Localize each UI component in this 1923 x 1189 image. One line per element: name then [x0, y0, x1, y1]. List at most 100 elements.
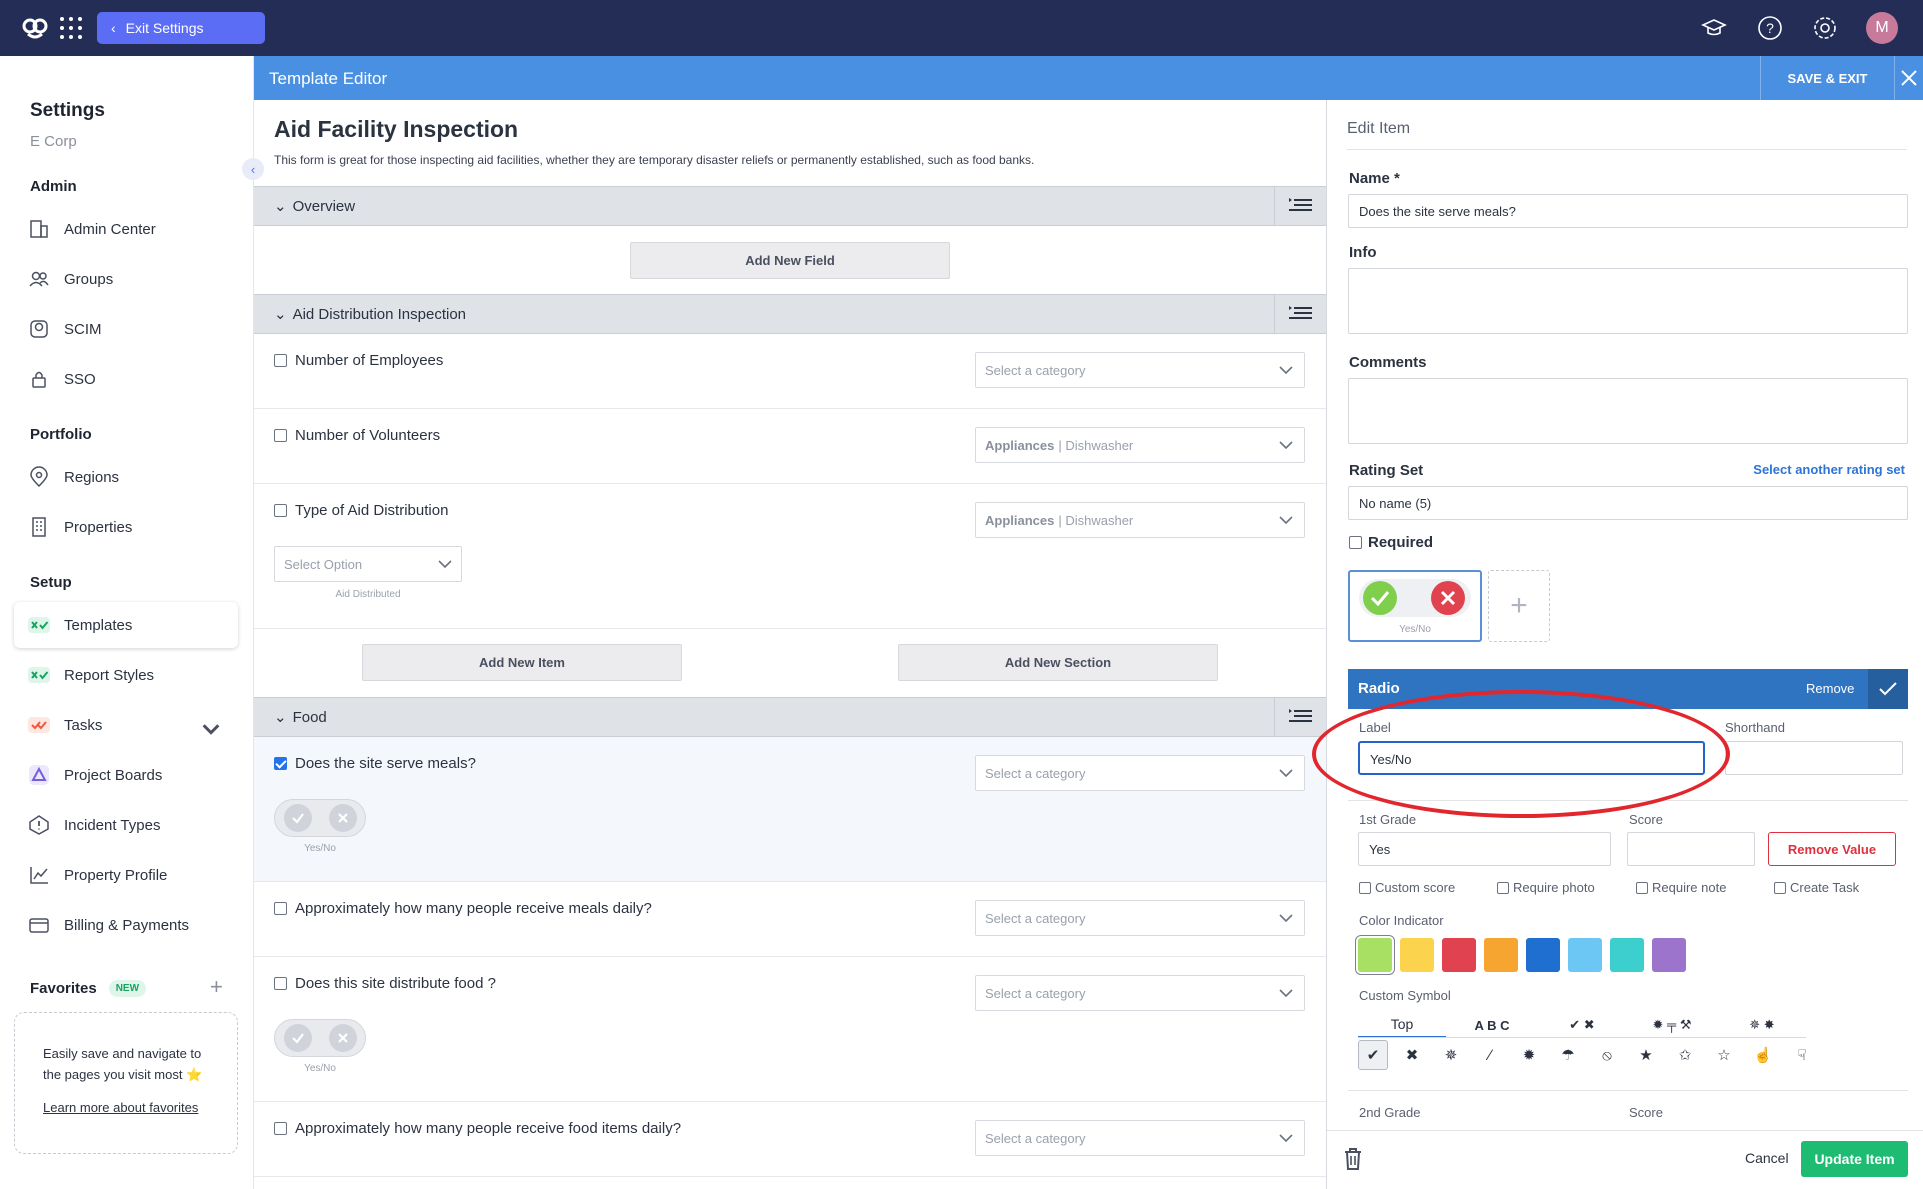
collapse-sidebar-button[interactable]: ‹	[242, 158, 264, 180]
item-checkbox[interactable]	[274, 1122, 287, 1135]
form-item[interactable]: Number of Employees Select a category	[254, 334, 1326, 409]
sidebar-item-property-profile[interactable]: Property Profile	[14, 852, 238, 898]
custom-score-checkbox[interactable]	[1359, 881, 1371, 894]
comments-textarea[interactable]	[1348, 378, 1908, 444]
remove-radio-button[interactable]: Remove	[1806, 681, 1854, 696]
avatar[interactable]: M	[1866, 12, 1898, 44]
create-task-checkbox[interactable]	[1774, 881, 1786, 894]
color-swatch[interactable]	[1568, 938, 1602, 972]
yes-no-rating[interactable]	[274, 1019, 366, 1057]
add-new-item-button[interactable]: Add New Item	[362, 644, 682, 681]
chevron-down-icon[interactable]: ⌄	[274, 708, 287, 726]
symbol-option[interactable]: ✩	[1670, 1040, 1700, 1070]
close-icon[interactable]	[328, 804, 357, 832]
select-rating-set-link[interactable]: Select another rating set	[1753, 462, 1905, 477]
sidebar-item-tasks[interactable]: Tasks	[14, 702, 238, 748]
form-item-selected[interactable]: Does the site serve meals? Select a cate…	[254, 737, 1326, 882]
save-exit-button[interactable]: SAVE & EXIT	[1760, 56, 1895, 100]
require-photo-checkbox[interactable]	[1497, 881, 1509, 894]
require-photo-option[interactable]: Require photo	[1497, 880, 1595, 895]
symbol-option[interactable]: ✹	[1514, 1040, 1544, 1070]
trash-icon[interactable]	[1343, 1147, 1363, 1171]
color-swatch[interactable]	[1526, 938, 1560, 972]
category-select[interactable]: Select a category	[975, 352, 1305, 388]
exit-settings-button[interactable]: ‹ Exit Settings	[97, 12, 265, 44]
symbol-tab-letters[interactable]: A B C	[1448, 1012, 1536, 1038]
cancel-button[interactable]: Cancel	[1745, 1150, 1789, 1166]
symbol-option[interactable]: ☝	[1748, 1040, 1778, 1070]
sidebar-item-templates[interactable]: Templates	[14, 602, 238, 648]
shorthand-input[interactable]	[1725, 741, 1903, 775]
sidebar-item-groups[interactable]: Groups	[14, 256, 238, 302]
symbol-option[interactable]: ✵	[1436, 1040, 1466, 1070]
sidebar-item-scim[interactable]: SCIM	[14, 306, 238, 352]
require-note-checkbox[interactable]	[1636, 881, 1648, 894]
required-toggle[interactable]: Required	[1349, 534, 1433, 551]
category-select[interactable]: Select a category	[975, 900, 1305, 936]
chevron-down-icon[interactable]: ⌄	[274, 197, 287, 215]
apps-grid-icon[interactable]	[60, 17, 82, 39]
rating-card-yes-no[interactable]: Yes/No	[1348, 570, 1482, 642]
check-icon[interactable]	[283, 1024, 312, 1052]
item-checkbox[interactable]	[274, 902, 287, 915]
sidebar-item-incident-types[interactable]: Incident Types	[14, 802, 238, 848]
chevron-down-icon[interactable]	[200, 718, 222, 740]
color-swatch[interactable]	[1358, 938, 1392, 972]
help-icon[interactable]: ?	[1756, 14, 1784, 42]
sidebar-item-report-styles[interactable]: Report Styles	[14, 652, 238, 698]
symbol-option[interactable]: ✖	[1397, 1040, 1427, 1070]
confirm-radio-button[interactable]	[1868, 669, 1908, 709]
color-swatch[interactable]	[1442, 938, 1476, 972]
logo-icon[interactable]	[22, 14, 48, 40]
require-note-option[interactable]: Require note	[1636, 880, 1726, 895]
add-rating-button[interactable]: +	[1488, 570, 1550, 642]
gear-icon[interactable]	[1811, 14, 1839, 42]
item-checkbox[interactable]	[274, 977, 287, 990]
grade1-input[interactable]: Yes	[1358, 832, 1611, 866]
sidebar-item-billing[interactable]: Billing & Payments	[14, 902, 238, 948]
add-new-section-button[interactable]: Add New Section	[898, 644, 1218, 681]
item-checkbox[interactable]	[274, 757, 287, 770]
form-item[interactable]: Approximately how many people receive fo…	[254, 1102, 1326, 1177]
item-checkbox[interactable]	[274, 354, 287, 367]
favorites-learn-more-link[interactable]: Learn more about favorites	[43, 1097, 209, 1118]
section-header-food[interactable]: ⌄ Food	[254, 697, 1326, 737]
label-input[interactable]: Yes/No	[1358, 741, 1705, 775]
symbol-tab-misc[interactable]: ✵ ✸	[1718, 1012, 1806, 1038]
required-checkbox[interactable]	[1349, 536, 1362, 549]
option-select[interactable]: Select Option	[274, 546, 462, 582]
name-field[interactable]: Does the site serve meals?	[1348, 194, 1908, 228]
sidebar-item-sso[interactable]: SSO	[14, 356, 238, 402]
symbol-option[interactable]: ⦸	[1592, 1040, 1622, 1070]
close-icon[interactable]	[1895, 56, 1923, 100]
symbol-option[interactable]: ☟	[1787, 1040, 1817, 1070]
symbol-tab-marks[interactable]: ✔ ✖	[1538, 1012, 1626, 1038]
form-item[interactable]: Number of Volunteers Appliances | Dishwas…	[254, 409, 1326, 484]
sidebar-item-regions[interactable]: Regions	[14, 454, 238, 500]
grade1-score-input[interactable]	[1627, 832, 1755, 866]
section-menu-icon[interactable]	[1274, 698, 1326, 736]
color-swatch[interactable]	[1484, 938, 1518, 972]
sidebar-item-admin-center[interactable]: Admin Center	[14, 206, 238, 252]
category-select[interactable]: Select a category	[975, 975, 1305, 1011]
add-favorite-icon[interactable]: +	[210, 974, 223, 1000]
custom-score-option[interactable]: Custom score	[1359, 880, 1455, 895]
create-task-option[interactable]: Create Task	[1774, 880, 1859, 895]
symbol-option[interactable]: ☂	[1553, 1040, 1583, 1070]
color-swatch[interactable]	[1652, 938, 1686, 972]
item-checkbox[interactable]	[274, 429, 287, 442]
update-item-button[interactable]: Update Item	[1801, 1141, 1908, 1177]
symbol-tab-top[interactable]: Top	[1358, 1012, 1446, 1038]
category-select[interactable]: Appliances | Dishwasher	[975, 502, 1305, 538]
form-item[interactable]: Does this site distribute food ? Select …	[254, 957, 1326, 1102]
section-menu-icon[interactable]	[1274, 187, 1326, 225]
rating-set-field[interactable]: No name (5)	[1348, 486, 1908, 520]
category-select[interactable]: Appliances | Dishwasher	[975, 427, 1305, 463]
info-textarea[interactable]	[1348, 268, 1908, 334]
symbol-option[interactable]: ∕	[1475, 1040, 1505, 1070]
chevron-down-icon[interactable]: ⌄	[274, 305, 287, 323]
sidebar-item-properties[interactable]: Properties	[14, 504, 238, 550]
section-header-overview[interactable]: ⌄ Overview	[254, 186, 1326, 226]
check-icon[interactable]	[283, 804, 312, 832]
color-swatch[interactable]	[1400, 938, 1434, 972]
